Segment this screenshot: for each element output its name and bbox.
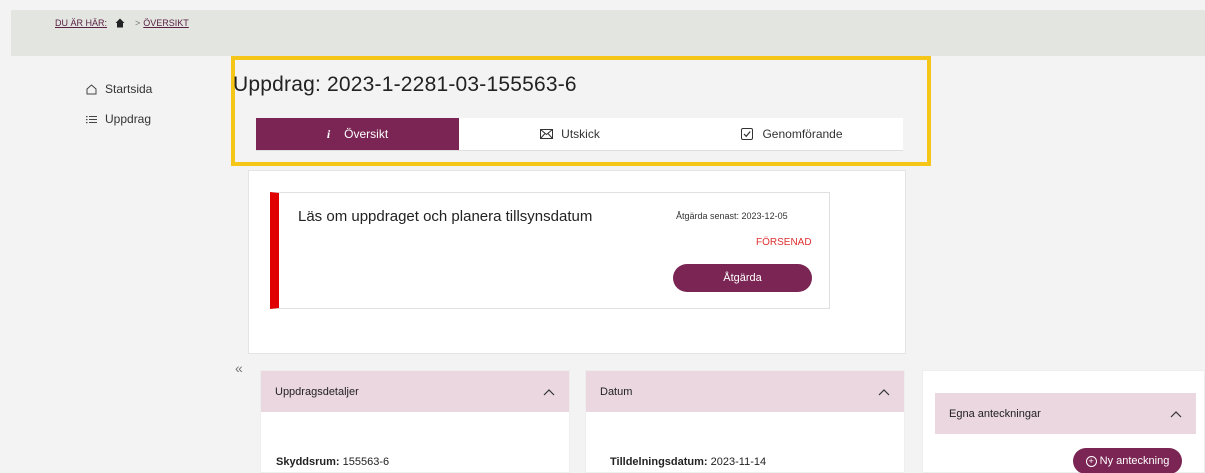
breadcrumb: DU ÄR HÄR: > ÖVERSIKT — [55, 18, 189, 28]
plus-circle-icon: + — [1085, 455, 1097, 467]
tab-label: Översikt — [344, 127, 389, 141]
new-note-button[interactable]: + Ny anteckning — [1073, 448, 1182, 473]
sidebar-item-label: Startsida — [105, 82, 153, 96]
home-icon[interactable] — [115, 18, 125, 28]
tab-utskick[interactable]: Utskick — [459, 118, 681, 150]
breadcrumb-current[interactable]: ÖVERSIKT — [143, 18, 189, 28]
collapse-sidebar-icon[interactable]: « — [235, 360, 243, 376]
tab-label: Utskick — [561, 127, 600, 141]
card-title: Datum — [600, 385, 633, 398]
chevron-up-icon[interactable] — [543, 388, 555, 396]
sidebar-item-label: Uppdrag — [105, 112, 152, 126]
chevron-up-icon[interactable] — [1170, 410, 1182, 418]
sidebar-item-uppdrag[interactable]: Uppdrag — [86, 108, 152, 130]
field-value: 2023-11-14 — [710, 456, 767, 468]
tab-oversikt[interactable]: i Översikt — [256, 118, 459, 150]
page-title: Uppdrag: 2023-1-2281-03-155563-6 — [233, 73, 577, 96]
status-badge: FÖRSENAD — [756, 237, 812, 248]
field-value: 155563-6 — [342, 456, 390, 468]
task-due-date: Åtgärda senast: 2023-12-05 — [676, 211, 788, 221]
field-label: Tilldelningsdatum: — [610, 456, 708, 468]
sidebar-item-startsida[interactable]: Startsida — [86, 78, 152, 100]
dates-card-header[interactable]: Datum — [586, 371, 904, 412]
tab-bar: i Översikt Utskick Genomförande — [256, 118, 903, 151]
card-title: Uppdragsdetaljer — [275, 385, 359, 398]
details-card-header[interactable]: Uppdragsdetaljer — [261, 371, 569, 412]
breadcrumb-prefix: DU ÄR HÄR: — [55, 18, 108, 28]
tab-label: Genomförande — [762, 127, 843, 141]
notes-card-header[interactable]: Egna anteckningar — [935, 393, 1196, 434]
field-label: Skyddsrum: — [276, 456, 340, 468]
chevron-up-icon[interactable] — [878, 388, 890, 396]
checkbox-icon — [741, 128, 754, 140]
tab-genomforande[interactable]: Genomförande — [681, 118, 903, 150]
task-title: Läs om uppdraget och planera tillsynsdat… — [298, 208, 593, 225]
new-note-label: Ny anteckning — [1099, 455, 1170, 467]
breadcrumb-separator: > — [135, 18, 141, 28]
list-icon — [86, 115, 97, 123]
home-outline-icon — [86, 83, 97, 94]
sidebar: Startsida Uppdrag — [86, 78, 152, 138]
dates-row: Tilldelningsdatum: 2023-11-14 — [610, 456, 766, 468]
details-row: Skyddsrum: 155563-6 — [276, 456, 389, 468]
card-title: Egna anteckningar — [949, 407, 1041, 420]
top-bar — [11, 10, 1205, 56]
envelope-icon — [540, 129, 554, 139]
info-icon: i — [326, 126, 331, 141]
atgarda-button[interactable]: Åtgärda — [673, 264, 812, 292]
